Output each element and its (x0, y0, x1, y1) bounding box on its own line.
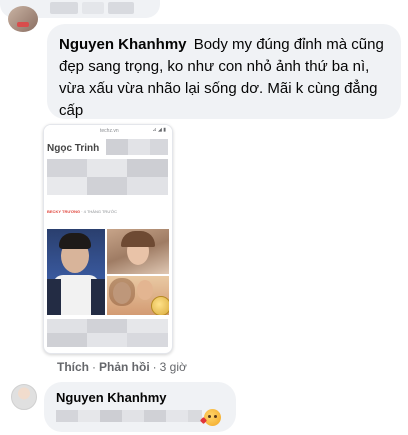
blurred-area (87, 319, 127, 333)
reply-author[interactable]: Nguyen Khanhmy (56, 390, 224, 405)
blurred-area (100, 410, 122, 422)
blurred-area (87, 333, 127, 347)
comment-time[interactable]: 3 giờ (160, 360, 187, 374)
blurred-area (128, 139, 150, 155)
blurred-area (56, 410, 78, 422)
comment-image[interactable]: techz.vn ⊿ ◢ ▮ Ngọc Trinh BECKY TRƯƠNG ·… (43, 124, 173, 354)
blurred-area (47, 159, 87, 177)
blurred-area (87, 159, 127, 177)
blurred-area (127, 333, 168, 347)
coin-icon (151, 296, 169, 315)
hair (121, 231, 155, 247)
byline-time: · 4 THÁNG TRƯỚC (81, 209, 118, 214)
article-title: Ngọc Trinh (47, 143, 100, 154)
status-icons: ⊿ ◢ ▮ (152, 127, 166, 133)
blurred-area (47, 319, 87, 333)
blurred-area (106, 139, 128, 155)
blurred-area (127, 159, 168, 177)
smiling-face-with-hearts-icon (204, 409, 221, 426)
blurred-text (82, 2, 104, 14)
article-byline: BECKY TRƯƠNG · 4 THÁNG TRƯỚC (47, 209, 117, 214)
comment-bubble: Nguyen Khanhmy Body my đúng đỉnh mà cũng… (47, 24, 401, 119)
blurred-area (166, 410, 188, 422)
blurred-area (144, 410, 166, 422)
phone-status-bar: techz.vn ⊿ ◢ ▮ (44, 125, 172, 137)
site-url: techz.vn (100, 128, 119, 134)
hair (59, 233, 91, 249)
article-photo (47, 229, 105, 315)
separator: · (92, 360, 96, 374)
comment-actions: Thích · Phản hồi · 3 giờ (57, 360, 187, 374)
blurred-area (78, 410, 100, 422)
face (137, 280, 153, 300)
avatar[interactable] (8, 6, 38, 32)
like-button[interactable]: Thích (57, 360, 89, 374)
comment-author[interactable]: Nguyen Khanhmy (59, 36, 187, 53)
blurred-area (47, 333, 87, 347)
blurred-area (122, 410, 144, 422)
blurred-area (127, 177, 168, 195)
hair (109, 278, 135, 306)
byline-author: BECKY TRƯƠNG (47, 209, 81, 214)
blurred-area (47, 177, 87, 195)
avatar[interactable] (11, 384, 37, 410)
blurred-area (127, 319, 168, 333)
jacket (91, 279, 105, 315)
blurred-area (150, 139, 168, 155)
blurred-reply-text (56, 410, 202, 422)
separator: · (152, 360, 157, 374)
blurred-text (50, 2, 78, 14)
reply-button[interactable]: Phản hồi (99, 360, 150, 374)
article-photo (107, 276, 169, 315)
blurred-text (108, 2, 134, 14)
article-photo (107, 229, 169, 274)
jacket (47, 279, 61, 315)
blurred-area (87, 177, 127, 195)
